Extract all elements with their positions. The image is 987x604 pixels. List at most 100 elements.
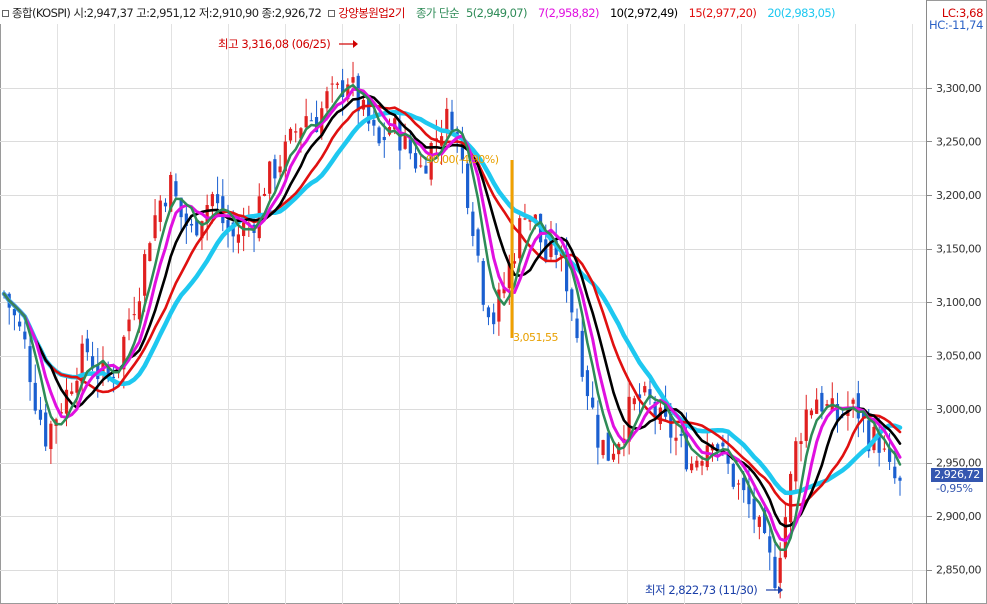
candle-body: [674, 437, 678, 441]
y-tick-label: 3,250,00: [936, 135, 981, 148]
candle-body: [38, 409, 43, 420]
high-annotation: 최고 3,316,08 (06/25): [218, 37, 330, 51]
y-tick-label: 2,850,00: [936, 564, 981, 577]
candle-body: [268, 161, 272, 194]
candle-body: [174, 181, 178, 197]
candle-body: [351, 77, 355, 83]
swing-low-annotation: 3,051,55: [513, 331, 558, 344]
candle-body: [424, 165, 428, 174]
candle-body: [132, 314, 136, 316]
candle-body: [809, 410, 814, 416]
chart-legend: 종합(KOSPI) 시:2,947,37 고:2,951,12 저:2,910,…: [2, 5, 836, 21]
candle-body: [898, 477, 902, 481]
candle-body: [721, 442, 725, 447]
candle-body: [705, 445, 709, 468]
candle-body: [28, 346, 32, 383]
candle-body: [382, 136, 386, 141]
candle-body: [492, 312, 496, 325]
candle-body: [143, 254, 147, 296]
legend-square-icon: [328, 9, 336, 17]
candle-body: [127, 319, 131, 332]
candle-body: [736, 483, 741, 485]
candle-body: [18, 321, 22, 327]
candle-body: [75, 380, 79, 393]
candle-body: [820, 392, 824, 412]
candle-body: [49, 423, 53, 450]
candle-body: [601, 440, 605, 456]
y-tick-label: 3,300,00: [936, 82, 981, 95]
candle-body: [486, 307, 491, 318]
candle-body: [804, 409, 808, 441]
candle-body: [419, 165, 423, 167]
candle-body: [137, 301, 142, 320]
candle-body: [585, 370, 590, 397]
candle-body: [773, 556, 777, 589]
y-tick-label: 3,000,00: [936, 403, 981, 416]
y-tick-label: 3,100,00: [936, 296, 981, 309]
candle-body: [596, 414, 600, 448]
candle-body: [288, 128, 293, 141]
candle-body: [304, 116, 308, 128]
candle-body: [356, 75, 360, 112]
indicator-name[interactable]: 강양봉원업2기: [338, 5, 405, 21]
candle-body: [856, 393, 860, 419]
candle-body: [23, 331, 27, 340]
candle-body: [580, 330, 584, 377]
candle-body: [189, 223, 194, 226]
candle-body: [236, 234, 241, 243]
candle-body: [700, 461, 704, 466]
candle-body: [643, 386, 647, 393]
candle-body: [85, 338, 89, 353]
candle-body: [731, 464, 735, 487]
hc-label: HC:-11,74: [928, 18, 983, 32]
candle-body: [695, 460, 699, 468]
candle-body: [481, 261, 485, 305]
candle-body: [278, 166, 282, 173]
swing-annotation: 90,00(-4,90%): [426, 153, 499, 166]
candle-body: [789, 473, 793, 523]
ma7-label: 7(2,958,82): [537, 6, 600, 20]
candle-body: [794, 441, 798, 482]
y-tick-label: 2,900,00: [936, 510, 981, 523]
candle-body: [752, 498, 756, 520]
candle-body: [575, 318, 579, 339]
candle-body: [70, 391, 74, 394]
candle-body: [44, 412, 48, 447]
candle-body: [148, 243, 152, 262]
candle-body: [215, 194, 220, 204]
candle-body: [273, 159, 277, 179]
candle-body: [893, 466, 897, 479]
current-change-label: -0,95%: [936, 482, 973, 495]
ma20-label: 20(2,983,05): [767, 6, 835, 20]
candle-body: [591, 397, 595, 408]
candle-body: [377, 127, 381, 144]
candle-body: [851, 399, 855, 404]
candle-body: [330, 83, 334, 85]
candle-body: [471, 211, 475, 237]
candle-body: [325, 91, 329, 109]
candle-body: [408, 139, 412, 154]
candle-body: [799, 441, 803, 445]
y-tick-label: 3,200,00: [936, 189, 981, 202]
ma5-label: 5(2,949,07): [466, 6, 528, 20]
candle-body: [815, 399, 819, 414]
candle-body: [262, 193, 267, 196]
candle-body: [882, 448, 886, 450]
candle-body: [466, 163, 470, 208]
candle-body: [679, 433, 683, 436]
candle-body: [632, 398, 636, 405]
candle-body: [335, 83, 339, 85]
candle-body: [158, 200, 162, 222]
low-annotation: 최저 2,822,73 (11/30): [645, 583, 757, 597]
candle-body: [518, 218, 522, 259]
ma10-label: 10(2,972,49): [609, 6, 678, 20]
candle-body: [690, 463, 694, 471]
candle-body: [570, 289, 574, 313]
price-chart[interactable]: 2,850,002,900,002,950,003,000,003,050,00…: [0, 0, 987, 604]
candle-body: [210, 194, 214, 207]
ma15-label: 15(2,977,20): [688, 6, 757, 20]
index-info: 종합(KOSPI) 시:2,947,37 고:2,951,12 저:2,910,…: [12, 6, 322, 20]
candle-body: [606, 432, 610, 461]
candle-body: [163, 202, 168, 207]
y-tick-label: 3,050,00: [936, 350, 981, 363]
